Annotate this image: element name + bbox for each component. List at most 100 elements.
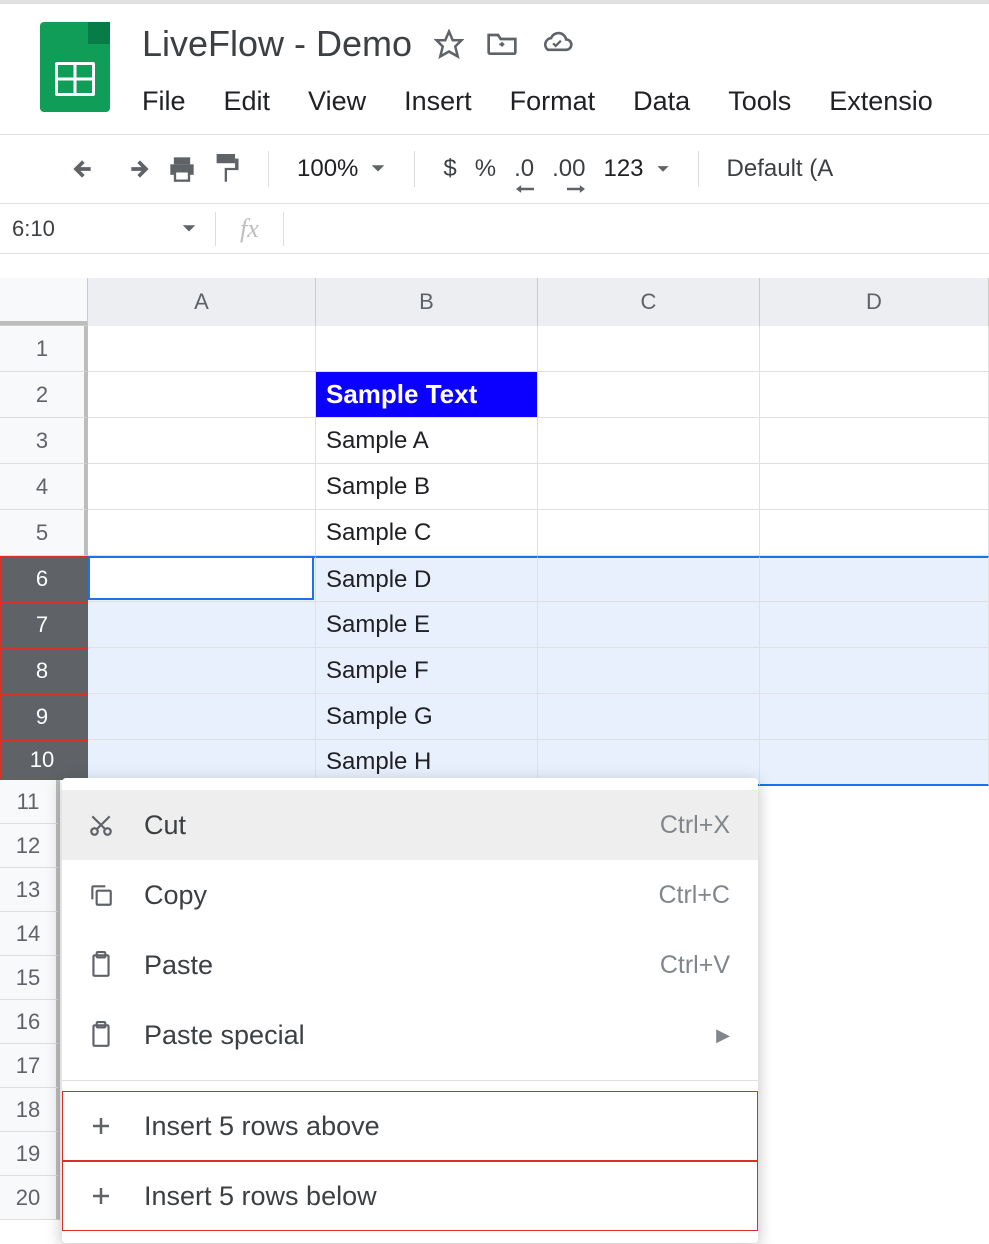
cell[interactable] (538, 556, 760, 602)
paste-icon (84, 951, 118, 979)
redo-icon[interactable] (120, 158, 150, 180)
row-header[interactable]: 1 (0, 326, 88, 372)
plus-icon (84, 1184, 118, 1208)
font-dropdown[interactable]: Default (A (727, 155, 834, 183)
context-paste[interactable]: Paste Ctrl+V (62, 930, 758, 1000)
move-icon[interactable] (486, 29, 518, 59)
star-icon[interactable] (434, 29, 464, 59)
cloud-status-icon[interactable] (540, 29, 574, 59)
cell[interactable]: Sample C (316, 510, 538, 556)
row-header[interactable]: 10 (0, 740, 88, 780)
cell[interactable] (88, 648, 316, 694)
document-title[interactable]: LiveFlow - Demo (142, 23, 412, 65)
cell[interactable] (88, 418, 316, 464)
row-header[interactable]: 14 (0, 912, 60, 956)
cell[interactable]: Sample A (316, 418, 538, 464)
cell[interactable] (88, 602, 316, 648)
menu-format[interactable]: Format (510, 86, 596, 117)
context-insert-rows-above[interactable]: Insert 5 rows above (62, 1091, 758, 1161)
context-cut[interactable]: Cut Ctrl+X (62, 790, 758, 860)
context-paste-special[interactable]: Paste special ▶ (62, 1000, 758, 1070)
cell[interactable]: Sample E (316, 602, 538, 648)
cell[interactable] (760, 464, 989, 510)
cell[interactable] (88, 556, 316, 602)
paint-format-icon[interactable] (214, 154, 240, 184)
undo-icon[interactable] (72, 158, 102, 180)
row-header[interactable]: 9 (0, 694, 88, 740)
cell[interactable] (538, 602, 760, 648)
cell[interactable] (538, 510, 760, 556)
cell[interactable]: Sample Text (316, 372, 538, 418)
row-header[interactable]: 6 (0, 556, 88, 602)
cell[interactable] (538, 648, 760, 694)
shortcut-label: Ctrl+C (658, 881, 730, 910)
context-insert-rows-below[interactable]: Insert 5 rows below (62, 1161, 758, 1231)
print-icon[interactable] (168, 156, 196, 182)
cell[interactable] (760, 648, 989, 694)
row-header[interactable]: 5 (0, 510, 88, 556)
cell[interactable] (538, 326, 760, 372)
increase-decimal-button[interactable]: .00 (552, 155, 585, 183)
app-header: LiveFlow - Demo File Edit View Insert Fo… (0, 4, 989, 134)
row-header[interactable]: 20 (0, 1176, 60, 1220)
cell[interactable] (316, 326, 538, 372)
decrease-decimal-button[interactable]: .0 (514, 155, 534, 183)
cell[interactable]: Sample B (316, 464, 538, 510)
row-header[interactable]: 12 (0, 824, 60, 868)
context-copy[interactable]: Copy Ctrl+C (62, 860, 758, 930)
col-header-c[interactable]: C (538, 278, 760, 326)
cell[interactable] (760, 556, 989, 602)
sheets-logo-icon[interactable] (40, 22, 110, 112)
menu-extensions[interactable]: Extensio (829, 86, 933, 117)
zoom-dropdown[interactable]: 100% (297, 155, 386, 183)
cell[interactable] (760, 372, 989, 418)
cell[interactable]: Sample D (316, 556, 538, 602)
row-header[interactable]: 3 (0, 418, 88, 464)
select-all-corner[interactable] (0, 278, 88, 325)
cell[interactable] (760, 694, 989, 740)
cell[interactable]: Sample G (316, 694, 538, 740)
cell[interactable] (538, 418, 760, 464)
name-box[interactable]: 6:10 (0, 204, 215, 253)
row-header[interactable]: 17 (0, 1044, 60, 1088)
col-header-a[interactable]: A (88, 278, 316, 326)
cell[interactable] (88, 694, 316, 740)
cell[interactable] (760, 510, 989, 556)
shortcut-label: Ctrl+V (660, 951, 730, 980)
menu-data[interactable]: Data (633, 86, 690, 117)
formula-input[interactable] (284, 204, 989, 253)
cell[interactable] (760, 602, 989, 648)
cell[interactable] (88, 510, 316, 556)
menu-edit[interactable]: Edit (224, 86, 271, 117)
number-format-dropdown[interactable]: 123 (603, 155, 669, 183)
row-header[interactable]: 19 (0, 1132, 60, 1176)
row-header[interactable]: 4 (0, 464, 88, 510)
percent-button[interactable]: % (475, 155, 496, 183)
col-header-d[interactable]: D (760, 278, 989, 326)
row-header[interactable]: 13 (0, 868, 60, 912)
cell[interactable] (760, 326, 989, 372)
row-header[interactable]: 7 (0, 602, 88, 648)
menu-insert[interactable]: Insert (404, 86, 472, 117)
chevron-down-icon[interactable] (181, 224, 197, 234)
menu-tools[interactable]: Tools (728, 86, 791, 117)
row-header[interactable]: 8 (0, 648, 88, 694)
cell[interactable] (88, 372, 316, 418)
cell[interactable] (88, 326, 316, 372)
cut-icon (84, 812, 118, 838)
menu-view[interactable]: View (308, 86, 366, 117)
cell[interactable] (760, 418, 989, 464)
row-header[interactable]: 16 (0, 1000, 60, 1044)
currency-button[interactable]: $ (443, 155, 456, 183)
cell[interactable] (88, 464, 316, 510)
row-header[interactable]: 18 (0, 1088, 60, 1132)
cell[interactable] (538, 694, 760, 740)
row-header[interactable]: 11 (0, 780, 60, 824)
cell[interactable] (538, 372, 760, 418)
row-header[interactable]: 15 (0, 956, 60, 1000)
col-header-b[interactable]: B (316, 278, 538, 326)
cell[interactable] (538, 464, 760, 510)
menu-file[interactable]: File (142, 86, 186, 117)
cell[interactable]: Sample F (316, 648, 538, 694)
row-header[interactable]: 2 (0, 372, 88, 418)
